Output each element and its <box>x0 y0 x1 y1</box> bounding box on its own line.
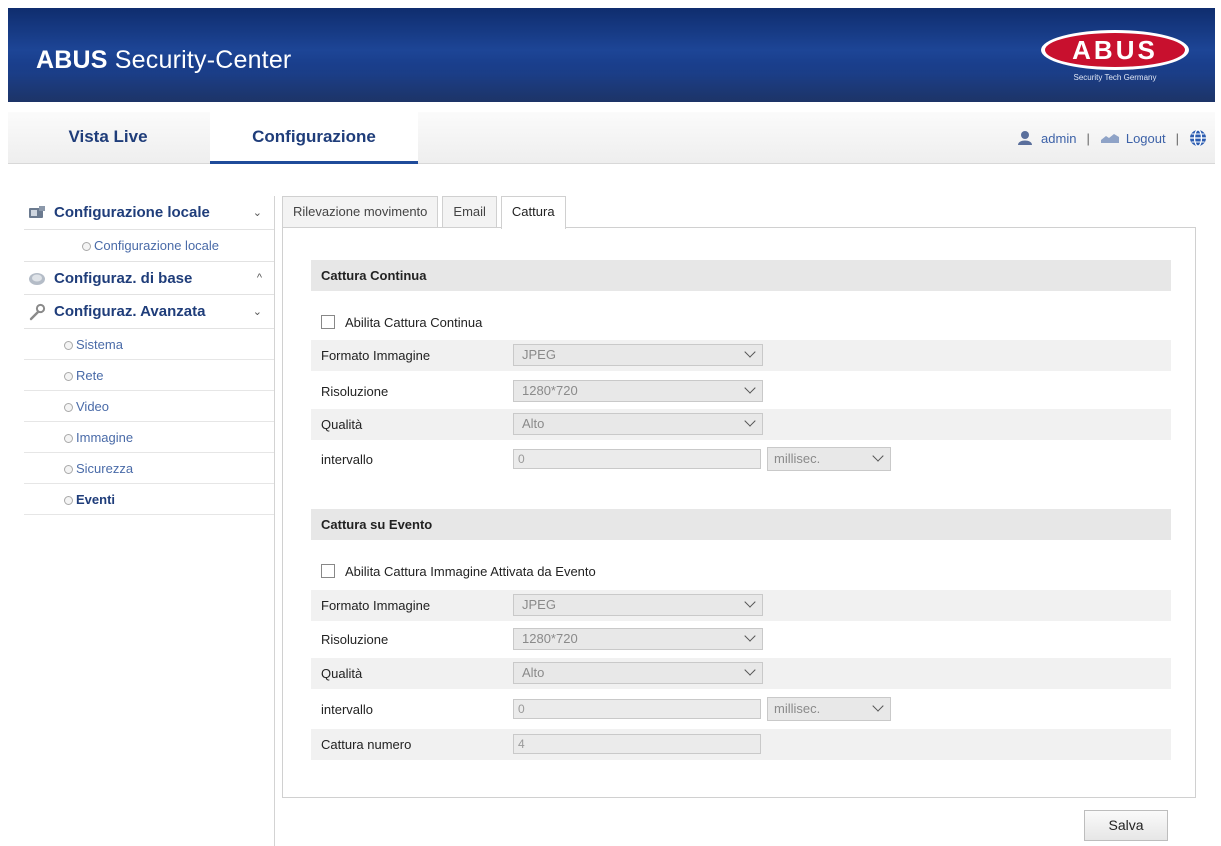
svg-text:ABUS: ABUS <box>1072 35 1158 65</box>
form-label: Formato Immagine <box>321 348 431 363</box>
event-format-select[interactable]: JPEG <box>513 594 763 616</box>
abus-logo: ABUS Security Tech Germany <box>1041 30 1189 82</box>
sidebar-group-configuraz-di-base[interactable]: Configuraz. di base ^ <box>24 261 274 295</box>
continuous-quality-row: Qualità Alto <box>311 409 1171 440</box>
tab-rilevazione-movimento[interactable]: Rilevazione movimento <box>282 196 439 228</box>
event-resolution-select[interactable]: 1280*720 <box>513 628 763 650</box>
globe-icon[interactable] <box>1189 129 1207 147</box>
form-label: Formato Immagine <box>321 598 431 613</box>
event-resolution-row: Risoluzione 1280*720 <box>311 624 1171 655</box>
sidebar-group-label: Configuraz. Avanzata <box>54 303 206 320</box>
enable-continuous-checkbox[interactable] <box>321 315 335 329</box>
sidebar: Configurazione locale ⌄ Configurazione l… <box>24 196 274 515</box>
form-label: intervallo <box>321 452 374 467</box>
enable-event-row: Abilita Cattura Immagine Attivata da Eve… <box>321 561 596 581</box>
event-interval-unit-select[interactable]: millisec. <box>767 697 891 721</box>
chevron-down-icon <box>744 630 756 642</box>
event-format-row: Formato Immagine JPEG <box>311 590 1171 621</box>
event-count-row: Cattura numero 4 <box>311 729 1171 760</box>
form-label: Qualità <box>321 666 363 681</box>
event-count-input[interactable]: 4 <box>513 734 761 754</box>
chevron-down-icon <box>744 382 756 394</box>
cattura-panel: Cattura Continua Abilita Cattura Continu… <box>282 227 1196 798</box>
event-interval-row: intervallo 0 millisec. <box>311 694 1171 725</box>
chevron-up-icon: ^ <box>256 272 262 284</box>
user-icon <box>1018 131 1033 145</box>
header-banner: ABUS Security-Center ABUS Security Tech … <box>8 8 1215 102</box>
save-button[interactable]: Salva <box>1084 810 1168 841</box>
sidebar-item-immagine[interactable]: Immagine <box>24 422 274 453</box>
logout-icon <box>1100 134 1119 143</box>
section-cattura-continua: Cattura Continua <box>311 260 1171 291</box>
sidebar-divider <box>274 196 275 846</box>
continuous-format-row: Formato Immagine JPEG <box>311 340 1171 371</box>
wrench-icon <box>28 303 46 321</box>
sidebar-group-label: Configuraz. di base <box>54 269 193 287</box>
enable-continuous-row: Abilita Cattura Continua <box>321 312 482 332</box>
form-label: intervallo <box>321 702 374 717</box>
main-nav: Vista Live Configurazione admin | Logout… <box>8 112 1215 164</box>
continuous-resolution-row: Risoluzione 1280*720 <box>311 376 1171 407</box>
enable-continuous-label: Abilita Cattura Continua <box>345 314 483 330</box>
sidebar-group-label: Configurazione locale <box>54 204 210 221</box>
continuous-interval-row: intervallo 0 millisec. <box>311 444 1171 475</box>
chevron-down-icon <box>744 346 756 358</box>
logout-link[interactable]: Logout <box>1126 131 1166 146</box>
form-label: Qualità <box>321 417 363 432</box>
chevron-down-icon: ⌄ <box>252 207 262 219</box>
app-title: ABUS Security-Center <box>36 46 292 74</box>
tab-email[interactable]: Email <box>442 196 497 228</box>
svg-text:Security Tech Germany: Security Tech Germany <box>1074 73 1157 82</box>
event-quality-row: Qualità Alto <box>311 658 1171 689</box>
basic-config-icon <box>28 269 46 287</box>
sidebar-group-configuraz-avanzata[interactable]: Configuraz. Avanzata ⌄ <box>24 295 274 329</box>
sidebar-item-sicurezza[interactable]: Sicurezza <box>24 453 274 484</box>
sidebar-item-configurazione-locale[interactable]: Configurazione locale <box>24 230 274 261</box>
section-cattura-su-evento: Cattura su Evento <box>311 509 1171 540</box>
enable-event-checkbox[interactable] <box>321 564 335 578</box>
form-label: Risoluzione <box>321 384 389 399</box>
sidebar-item-sistema[interactable]: Sistema <box>24 329 274 360</box>
sidebar-item-video[interactable]: Video <box>24 391 274 422</box>
continuous-interval-input[interactable]: 0 <box>513 449 761 469</box>
enable-event-label: Abilita Cattura Immagine Attivata da Eve… <box>345 563 596 579</box>
continuous-interval-unit-select[interactable]: millisec. <box>767 447 891 471</box>
sidebar-group-configurazione-locale[interactable]: Configurazione locale ⌄ <box>24 196 274 230</box>
nav-tab-configurazione[interactable]: Configurazione <box>210 112 418 164</box>
chevron-down-icon <box>744 596 756 608</box>
continuous-format-select[interactable]: JPEG <box>513 344 763 366</box>
event-quality-select[interactable]: Alto <box>513 662 763 684</box>
local-config-icon <box>28 204 46 222</box>
chevron-down-icon: ⌄ <box>252 306 262 318</box>
chevron-down-icon <box>872 700 884 712</box>
sidebar-item-rete[interactable]: Rete <box>24 360 274 391</box>
user-area: admin | Logout | <box>1017 112 1207 164</box>
nav-tab-vista-live[interactable]: Vista Live <box>8 112 208 164</box>
sidebar-item-eventi[interactable]: Eventi <box>24 484 274 515</box>
continuous-quality-select[interactable]: Alto <box>513 413 763 435</box>
chevron-down-icon <box>872 450 884 462</box>
tab-cattura[interactable]: Cattura <box>500 196 566 229</box>
form-label: Risoluzione <box>321 632 389 647</box>
user-name[interactable]: admin <box>1041 131 1076 146</box>
event-interval-input[interactable]: 0 <box>513 699 761 719</box>
form-label: Cattura numero <box>321 737 412 752</box>
chevron-down-icon <box>744 415 756 427</box>
chevron-down-icon <box>744 664 756 676</box>
content-tabs: Rilevazione movimento Email Cattura <box>282 196 570 229</box>
continuous-resolution-select[interactable]: 1280*720 <box>513 380 763 402</box>
